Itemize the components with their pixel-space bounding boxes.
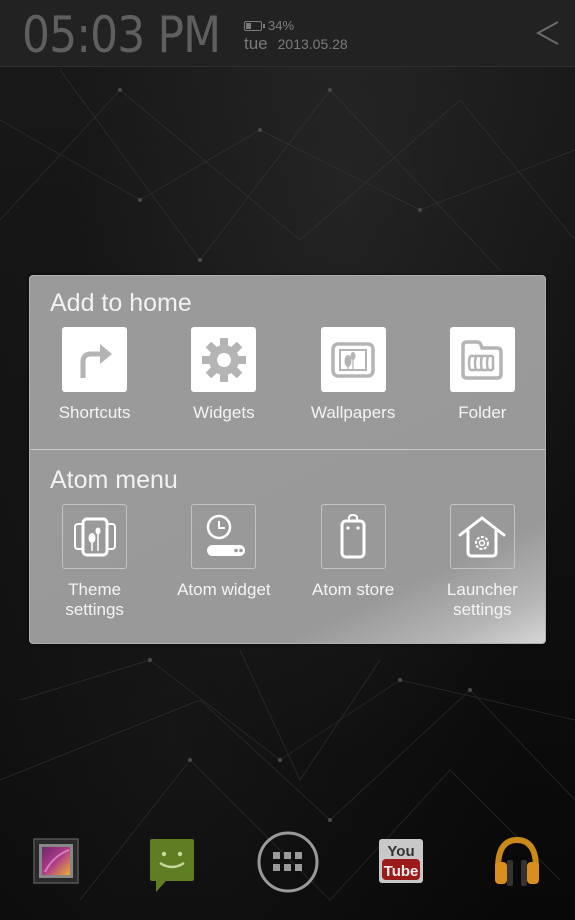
dock-item-gallery[interactable] [33, 838, 79, 889]
battery-percent: 34% [268, 18, 295, 33]
menu-item-atom-widget[interactable]: Atom widget [159, 504, 288, 620]
house-gear-icon [458, 515, 506, 557]
headphones-icon [495, 836, 539, 886]
clock-time: 05:03 [22, 6, 145, 64]
dock-item-messaging[interactable] [148, 838, 196, 899]
dock: You Tube [0, 830, 575, 900]
menu-item-launcher-settings[interactable]: Launcher settings [418, 504, 547, 620]
app-drawer-button[interactable] [256, 830, 320, 899]
wallpaper-icon [331, 341, 375, 378]
menu-item-label: Folder [458, 403, 507, 422]
shortcut-arrow-icon [80, 343, 112, 378]
youtube-text-bottom: Tube [384, 863, 419, 880]
atom-menu-grid: Theme settings Atom widget Atom store La… [30, 504, 547, 620]
menu-item-label: Atom widget [177, 580, 271, 599]
menu-item-label: Launcher settings [446, 580, 518, 619]
section-title-atom-menu: Atom menu [50, 466, 178, 494]
gallery-icon [33, 838, 79, 884]
battery-status: 34% [244, 18, 294, 33]
clock-widget-icon [206, 514, 245, 556]
youtube-text-top: You [387, 843, 414, 860]
dock-item-youtube[interactable]: You Tube [379, 839, 423, 888]
date: 2013.05.28 [277, 36, 348, 52]
status-bar: 05:03 PM 34% tue 2013.05.28 [0, 0, 575, 67]
back-button[interactable] [535, 18, 561, 48]
menu-item-label: Shortcuts [58, 403, 131, 422]
shopping-bag-icon [340, 513, 366, 558]
menu-item-atom-store[interactable]: Atom store [289, 504, 418, 620]
weekday: tue [244, 34, 268, 53]
menu-item-label: Atom store [312, 580, 395, 599]
folder-icon [461, 339, 504, 380]
youtube-icon: You Tube [379, 839, 423, 883]
gear-icon [201, 337, 246, 382]
app-drawer-icon [257, 831, 319, 893]
clock-ampm: PM [157, 6, 222, 64]
section-title-add-to-home: Add to home [50, 289, 192, 317]
section-divider [30, 449, 545, 450]
theme-icon [73, 517, 116, 556]
menu-item-label: Wallpapers [310, 403, 396, 422]
menu-item-theme-settings[interactable]: Theme settings [30, 504, 159, 620]
messaging-icon [150, 839, 194, 892]
battery-icon [244, 20, 265, 31]
chevron-left-icon [535, 21, 559, 45]
menu-item-shortcuts[interactable]: Shortcuts [30, 327, 159, 423]
menu-item-wallpapers[interactable]: Wallpapers [289, 327, 418, 423]
add-to-home-grid: Shortcuts Widgets Wallpapers Folder [30, 327, 547, 423]
menu-item-widgets[interactable]: Widgets [159, 327, 288, 423]
menu-item-folder[interactable]: Folder [418, 327, 547, 423]
menu-item-label: Theme settings [65, 580, 124, 619]
date-display: tue 2013.05.28 [244, 34, 348, 54]
add-to-home-menu: Add to home Shortcuts Widgets Wallpapers… [29, 275, 546, 644]
dock-item-play-music[interactable] [492, 836, 542, 893]
menu-item-label: Widgets [193, 403, 255, 422]
clock: 05:03 PM [22, 6, 222, 64]
